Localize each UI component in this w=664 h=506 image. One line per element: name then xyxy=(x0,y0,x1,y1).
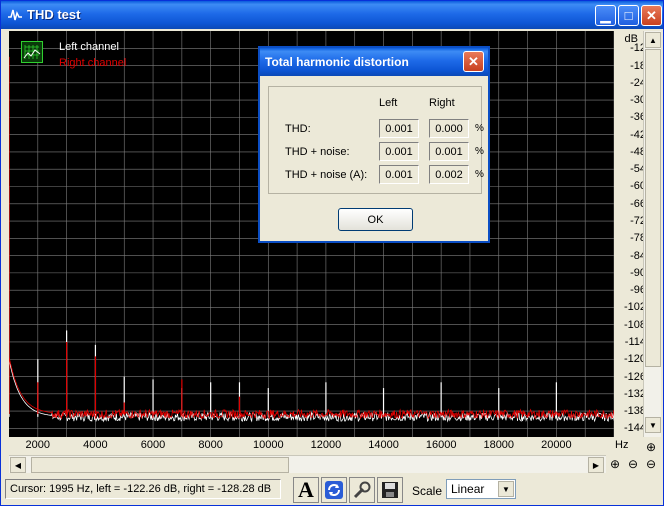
x-tick-label: 18000 xyxy=(483,439,515,451)
column-header-right: Right xyxy=(429,97,455,109)
font-icon: A xyxy=(298,477,314,502)
font-button[interactable]: A xyxy=(293,477,319,503)
thd-noise-a-left-value: 0.001 xyxy=(379,165,419,184)
row-label-thd: THD: xyxy=(285,123,311,135)
close-icon: ✕ xyxy=(468,53,479,69)
x-tick-label: 12000 xyxy=(310,439,342,451)
thd-unit: % xyxy=(475,123,484,134)
thd-noise-a-right-value: 0.002 xyxy=(429,165,469,184)
x-axis: 2000 4000 6000 8000 10000 12000 14000 16000 1800… xyxy=(9,437,614,453)
arrow-down-icon: ▼ xyxy=(649,420,657,430)
x-tick-label: 20000 xyxy=(541,439,572,451)
close-icon: ✕ xyxy=(646,7,657,23)
save-button[interactable] xyxy=(377,477,403,503)
thd-left-value: 0.001 xyxy=(379,119,419,138)
x-tick-label: 6000 xyxy=(140,439,166,451)
refresh-icon xyxy=(325,481,343,499)
arrow-right-icon: ▶ xyxy=(592,460,600,470)
close-button[interactable]: ✕ xyxy=(641,5,662,26)
scroll-right-button[interactable]: ▶ xyxy=(588,457,604,473)
x-tick-label: 16000 xyxy=(425,439,457,451)
horizontal-scrollbar[interactable]: ◀ ▶ xyxy=(9,455,606,473)
arrow-up-icon: ▲ xyxy=(649,35,657,45)
settings-button[interactable] xyxy=(349,477,375,503)
thd-noise-right-value: 0.001 xyxy=(429,142,469,161)
scale-select-value: Linear xyxy=(451,482,485,496)
dialog-title-bar[interactable]: Total harmonic distortion ✕ xyxy=(260,48,488,76)
minimize-icon: ▁ xyxy=(600,7,611,23)
thd-noise-a-unit: % xyxy=(475,169,484,180)
x-tick-label: 4000 xyxy=(83,439,108,451)
legend-right-channel: Right channel xyxy=(59,57,127,69)
window-title: THD test xyxy=(27,7,81,22)
floppy-disk-icon xyxy=(382,482,398,498)
minimize-button[interactable]: ▁ xyxy=(595,5,616,26)
app-window: THD test ▁ □ ✕ Left channel Right channe… xyxy=(0,0,664,506)
row-label-thd-noise-a: THD + noise (A): xyxy=(285,169,368,181)
zoom-in-y-button[interactable]: ⊕ xyxy=(643,439,659,455)
x-axis-unit: Hz xyxy=(615,439,629,451)
zoom-in-icon: ⊕ xyxy=(645,440,657,454)
thd-dialog: Total harmonic distortion ✕ Left Right T… xyxy=(258,46,490,243)
arrow-left-icon: ◀ xyxy=(14,460,22,470)
column-header-left: Left xyxy=(379,97,398,109)
title-bar[interactable]: THD test ▁ □ ✕ xyxy=(1,1,663,29)
wrench-icon xyxy=(353,481,371,499)
vertical-scrollbar[interactable]: ▲ ▼ xyxy=(643,31,661,437)
row-label-thd-noise: THD + noise: xyxy=(285,146,350,158)
horizontal-scroll-thumb[interactable] xyxy=(31,457,289,473)
zoom-out-y-button[interactable]: ⊖ xyxy=(643,456,659,472)
dialog-close-button[interactable]: ✕ xyxy=(463,51,484,72)
vertical-scroll-thumb[interactable] xyxy=(645,49,661,367)
scroll-down-button[interactable]: ▼ xyxy=(645,417,661,433)
thd-noise-left-value: 0.001 xyxy=(379,142,419,161)
zoom-out-x-button[interactable]: ⊖ xyxy=(625,456,641,472)
maximize-icon: □ xyxy=(624,8,633,23)
dialog-title: Total harmonic distortion xyxy=(265,55,409,69)
results-group: Left Right THD: 0.001 0.000 % THD + nois… xyxy=(268,86,484,194)
zoom-out-icon: ⊖ xyxy=(627,457,639,471)
thd-noise-unit: % xyxy=(475,146,484,157)
scale-select[interactable]: Linear ▼ xyxy=(446,479,516,499)
x-tick-label: 8000 xyxy=(198,439,223,451)
chevron-down-icon: ▼ xyxy=(502,484,510,494)
dropdown-button[interactable]: ▼ xyxy=(498,481,514,497)
right-channel-noise-line xyxy=(8,356,615,420)
legend-left-channel: Left channel xyxy=(59,41,119,53)
zoom-in-icon: ⊕ xyxy=(609,457,621,471)
waveform-icon xyxy=(8,9,22,21)
x-tick-label: 2000 xyxy=(25,439,51,451)
ok-button[interactable]: OK xyxy=(338,208,413,231)
scale-label: Scale xyxy=(412,484,443,498)
refresh-button[interactable] xyxy=(321,477,347,503)
x-tick-label: 10000 xyxy=(252,439,284,451)
maximize-button[interactable]: □ xyxy=(618,5,639,26)
grid-toggle-icon[interactable] xyxy=(21,41,43,63)
thd-right-value: 0.000 xyxy=(429,119,469,138)
x-tick-label: 14000 xyxy=(368,439,399,451)
scroll-up-button[interactable]: ▲ xyxy=(645,32,661,48)
cursor-readout: Cursor: 1995 Hz, left = -122.26 dB, righ… xyxy=(5,479,281,499)
scroll-left-button[interactable]: ◀ xyxy=(10,457,26,473)
zoom-out-icon: ⊖ xyxy=(645,457,657,471)
zoom-in-x-button[interactable]: ⊕ xyxy=(607,456,623,472)
